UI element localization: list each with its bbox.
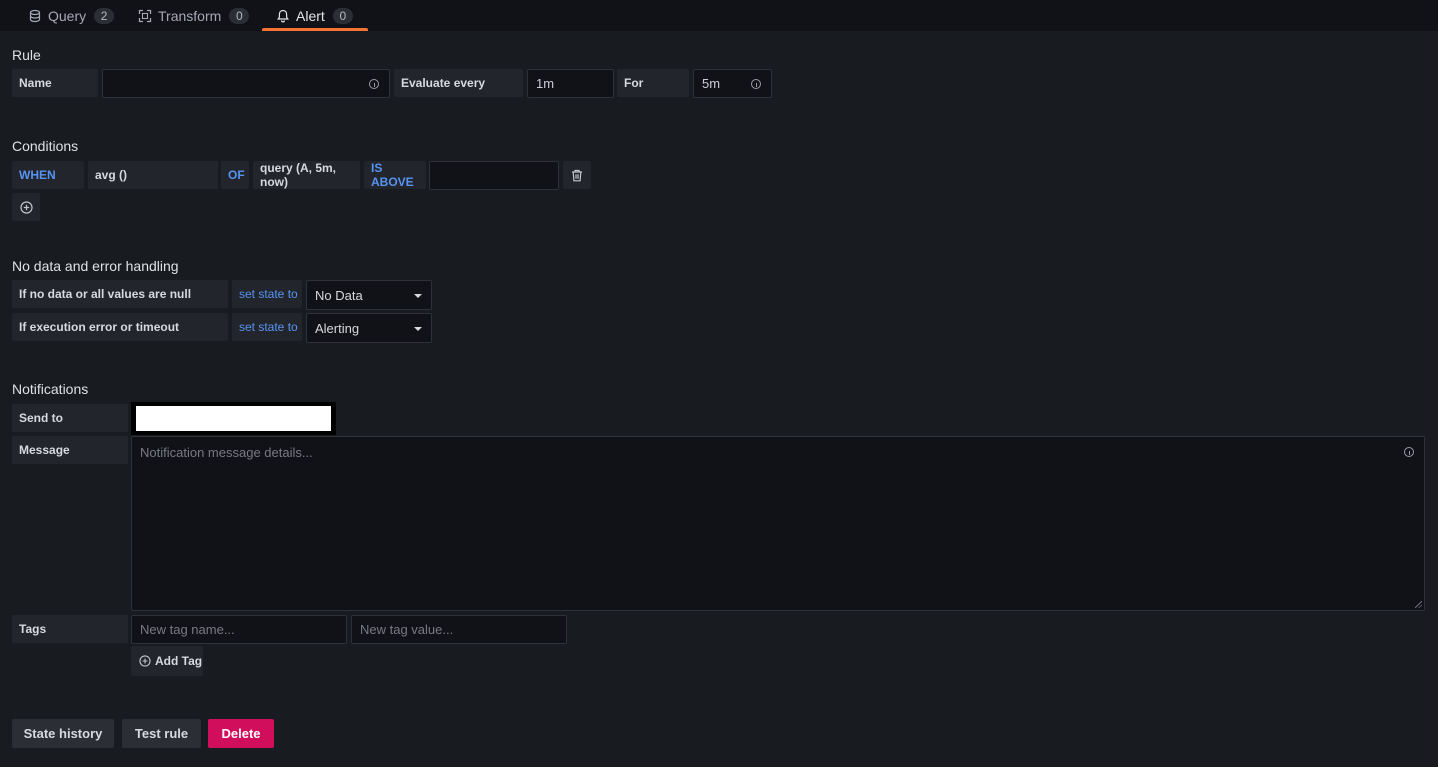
plus-circle-icon — [19, 200, 33, 214]
evaluate-every-input[interactable]: 1m — [527, 69, 614, 98]
state-history-button[interactable]: State history — [12, 719, 114, 748]
test-rule-button[interactable]: Test rule — [122, 719, 201, 748]
tab-label: Query — [48, 7, 87, 24]
tab-query[interactable]: Query 2 — [28, 0, 115, 31]
condition-query[interactable]: query (A, 5m, now) — [253, 161, 360, 189]
alert-editor: Rule Name Evaluate every 1m For 5m Condi… — [0, 31, 1438, 767]
info-icon[interactable] — [751, 79, 761, 89]
tab-bar: Query 2 Transform 0 Alert 0 — [0, 0, 1438, 31]
error-state-value: Alerting — [315, 320, 360, 336]
add-tag-button[interactable]: Add Tag — [131, 646, 203, 676]
send-to-label: Send to — [12, 404, 128, 432]
database-icon — [28, 9, 42, 23]
for-value: 5m — [702, 76, 721, 91]
delete-button[interactable]: Delete — [208, 719, 274, 748]
bell-icon — [276, 9, 290, 23]
error-set-state-label: set state to — [232, 313, 302, 341]
section-title-conditions: Conditions — [12, 138, 79, 154]
condition-threshold-input[interactable] — [429, 161, 559, 190]
info-icon[interactable] — [369, 79, 379, 89]
caret-down-icon — [414, 327, 422, 331]
redacted-area — [136, 406, 331, 431]
for-input[interactable]: 5m — [693, 69, 772, 98]
tab-count-badge: 0 — [332, 7, 353, 24]
trash-icon — [571, 169, 583, 182]
plus-circle-icon — [139, 655, 151, 667]
transform-icon — [138, 9, 152, 23]
message-label: Message — [12, 436, 128, 464]
tags-label: Tags — [12, 615, 128, 643]
name-label: Name — [12, 69, 98, 97]
info-icon[interactable] — [1404, 447, 1414, 457]
nodata-set-state-label: set state to — [232, 280, 302, 308]
name-input[interactable] — [102, 69, 390, 98]
tab-transform[interactable]: Transform 0 — [138, 0, 250, 31]
tab-count-badge: 0 — [229, 7, 250, 24]
for-label: For — [617, 69, 689, 97]
condition-when-keyword: WHEN — [12, 161, 84, 189]
tab-alert[interactable]: Alert 0 — [276, 0, 353, 31]
condition-reducer[interactable]: avg () — [88, 161, 218, 189]
caret-down-icon — [414, 294, 422, 298]
send-to-field[interactable] — [131, 402, 336, 435]
error-row-label: If execution error or timeout — [12, 313, 228, 341]
tag-value-placeholder: New tag value... — [360, 622, 454, 637]
evaluate-every-value: 1m — [536, 76, 555, 91]
evaluate-every-label: Evaluate every — [394, 69, 523, 97]
condition-of-keyword: OF — [221, 161, 249, 189]
section-title-nodata: No data and error handling — [12, 258, 179, 274]
tag-value-input[interactable]: New tag value... — [351, 615, 567, 644]
section-title-notifications: Notifications — [12, 381, 89, 397]
delete-condition-button[interactable] — [563, 161, 591, 189]
condition-evaluator[interactable]: IS ABOVE — [364, 161, 426, 189]
nodata-row-label: If no data or all values are null — [12, 280, 228, 308]
resize-handle[interactable] — [1415, 601, 1422, 608]
add-tag-label: Add Tag — [155, 654, 203, 668]
nodata-state-value: No Data — [315, 287, 363, 303]
nodata-state-select[interactable]: No Data — [306, 280, 432, 310]
error-state-select[interactable]: Alerting — [306, 313, 432, 343]
tab-label: Transform — [158, 7, 222, 24]
tag-name-placeholder: New tag name... — [140, 622, 235, 637]
tag-name-input[interactable]: New tag name... — [131, 615, 347, 644]
tab-count-badge: 2 — [94, 7, 115, 24]
tab-label: Alert — [296, 7, 325, 24]
add-condition-button[interactable] — [12, 193, 40, 221]
section-title-rule: Rule — [12, 47, 41, 63]
message-placeholder: Notification message details... — [140, 445, 313, 460]
message-textarea[interactable]: Notification message details... — [131, 436, 1425, 611]
